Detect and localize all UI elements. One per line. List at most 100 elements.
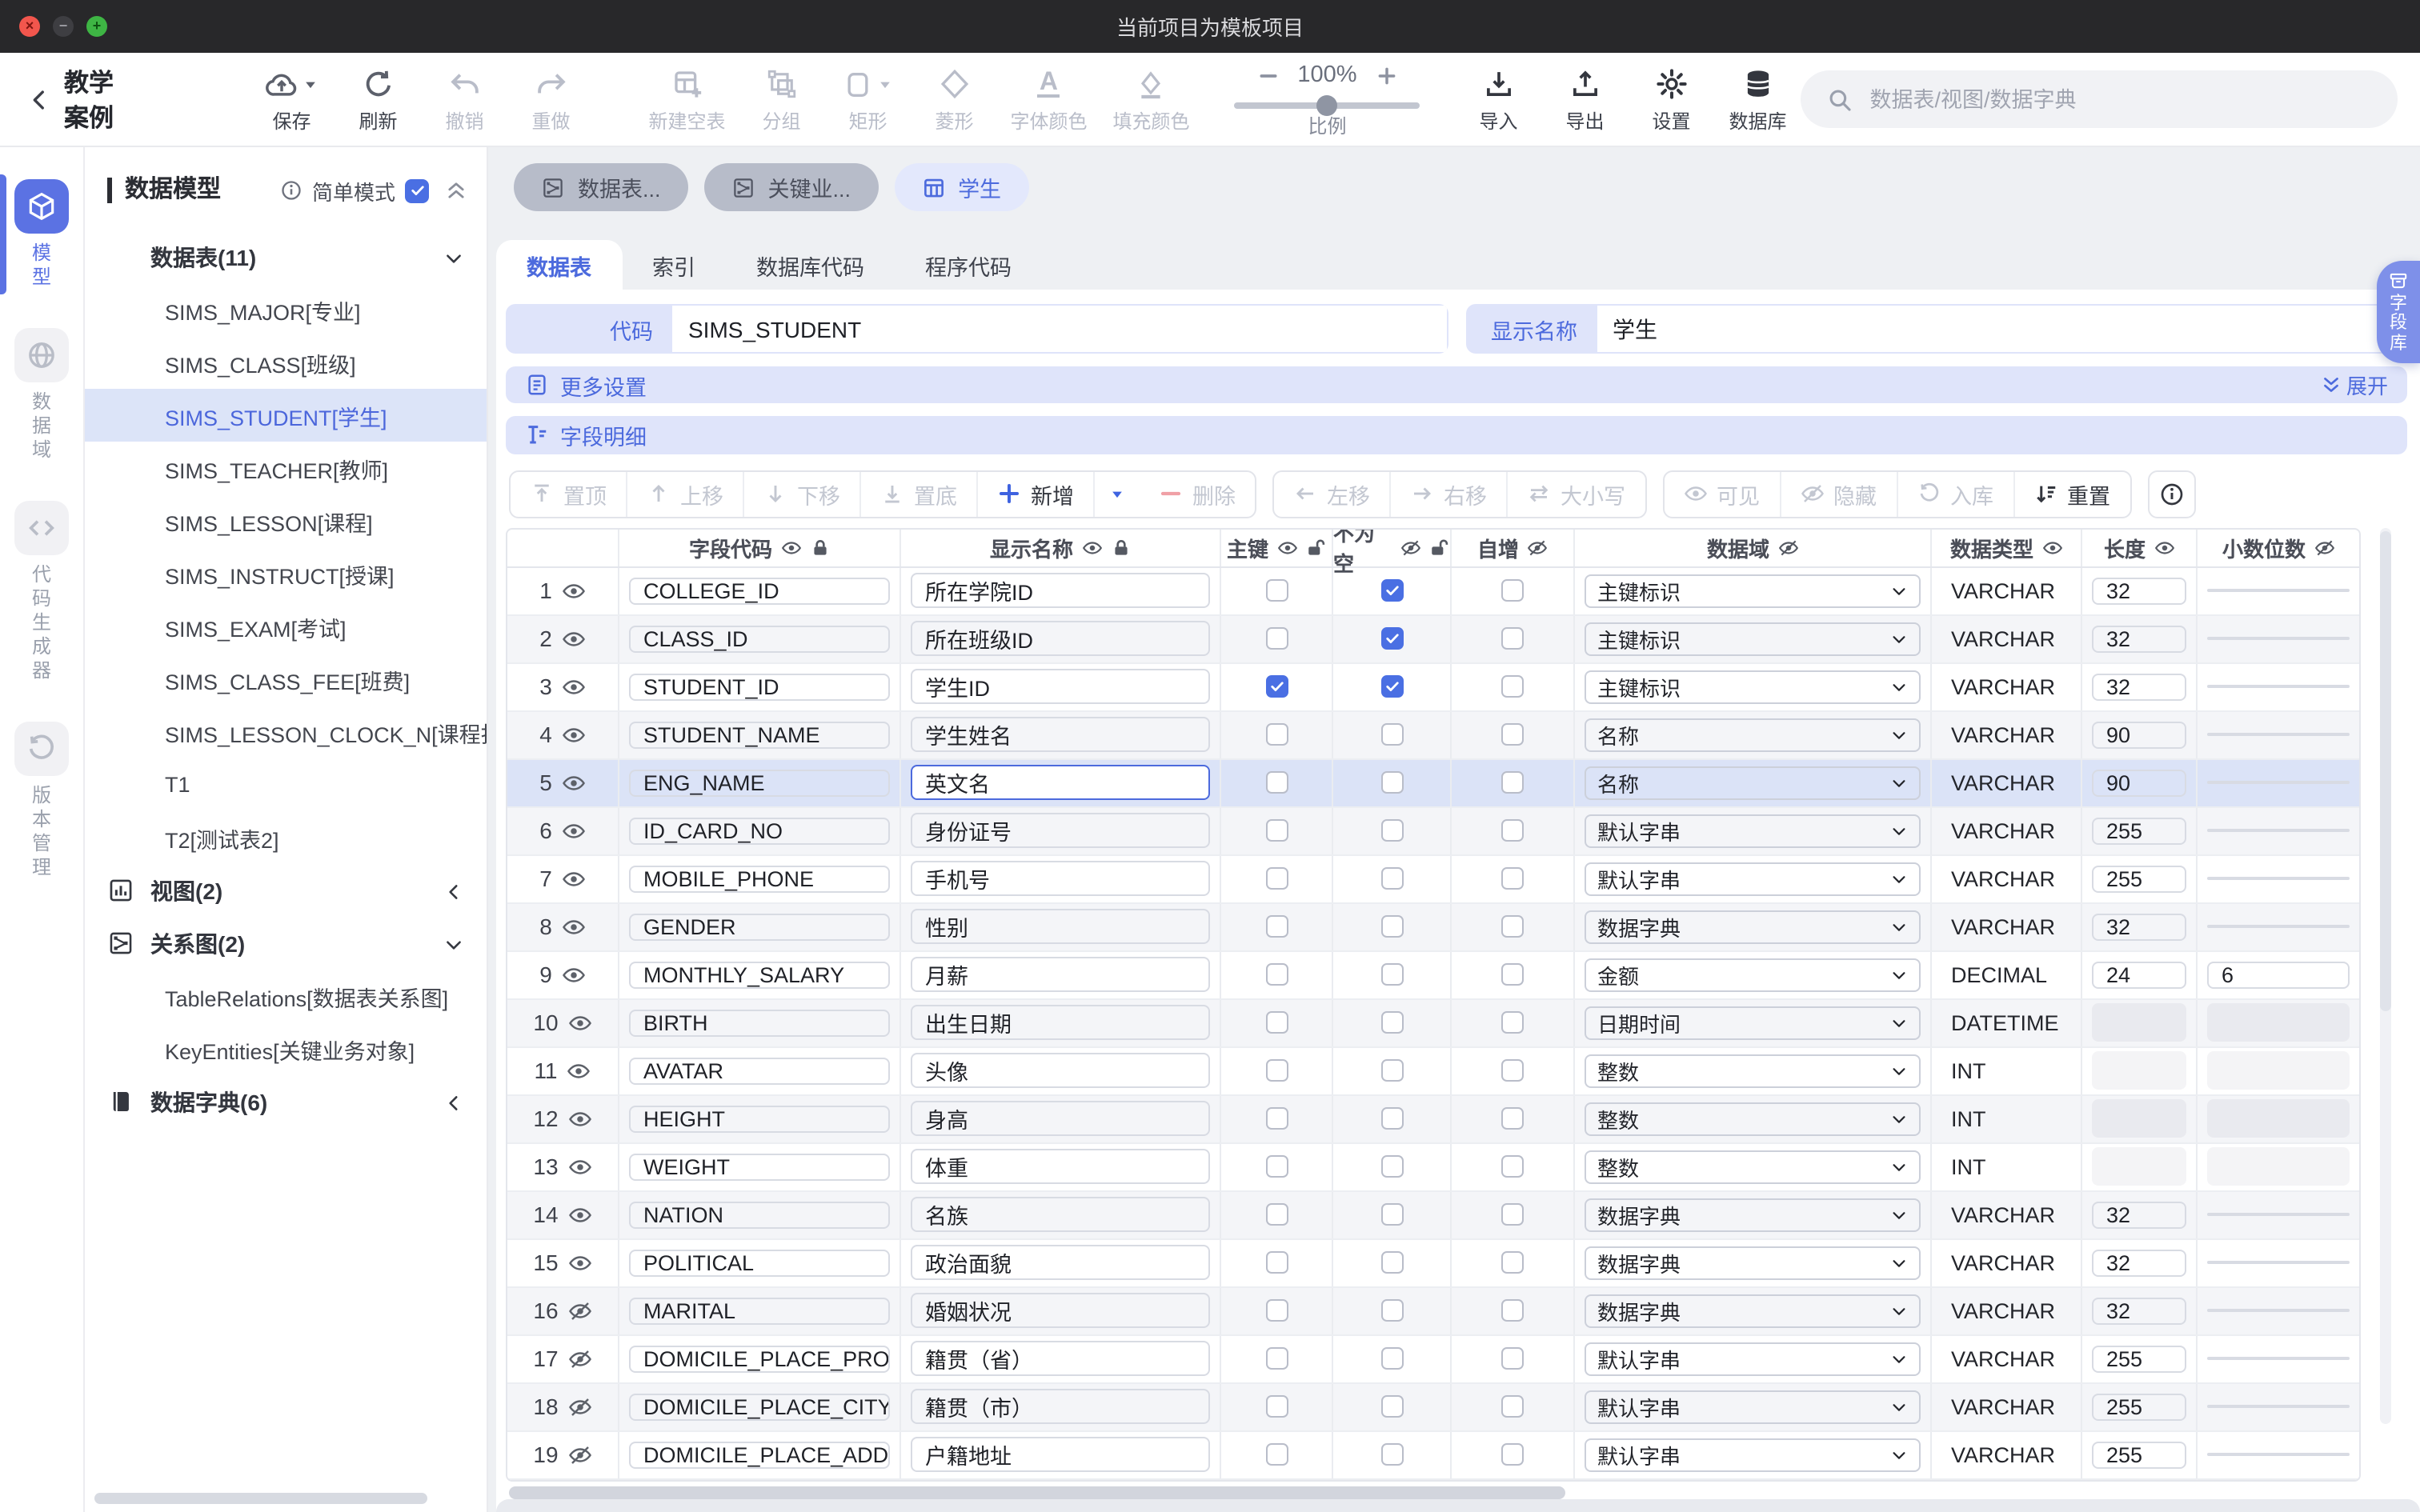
field-library-button[interactable]: 字段库 — [2377, 261, 2420, 363]
checkbox[interactable] — [1380, 1347, 1403, 1370]
length-input[interactable]: 32 — [2092, 625, 2186, 652]
tree-group[interactable]: 数据字典(6) — [85, 1075, 487, 1128]
length-input[interactable]: 32 — [2092, 913, 2186, 940]
field-code-input[interactable]: STUDENT_ID — [629, 673, 890, 700]
checkbox[interactable] — [1265, 819, 1288, 842]
eye-icon[interactable] — [568, 1250, 592, 1274]
lock-icon[interactable] — [1110, 537, 1131, 558]
tree-item[interactable]: KeyEntities[关键业务对象] — [85, 1022, 487, 1075]
display-name-input[interactable]: 英文名 — [911, 765, 1210, 800]
data-domain-select[interactable]: 默认字串 — [1585, 1390, 1921, 1423]
checkbox[interactable] — [1380, 579, 1403, 602]
import-button[interactable]: 导入 — [1455, 65, 1541, 134]
display-name-input[interactable]: 婚姻状况 — [911, 1293, 1210, 1328]
eye-icon[interactable] — [562, 914, 586, 938]
column-header[interactable]: 不为空 — [1332, 529, 1450, 566]
data-domain-select[interactable]: 数据字典 — [1585, 1198, 1921, 1231]
data-domain-select[interactable]: 默认字串 — [1585, 814, 1921, 847]
checkbox[interactable] — [1501, 1155, 1524, 1178]
eye-off-icon[interactable] — [568, 1346, 592, 1370]
checkbox[interactable] — [1380, 1059, 1403, 1082]
checkbox[interactable] — [1265, 1011, 1288, 1034]
data-domain-select[interactable]: 数据字典 — [1585, 1294, 1921, 1327]
decimals-input[interactable] — [2207, 925, 2350, 928]
eye-icon[interactable] — [568, 1106, 592, 1130]
checkbox[interactable] — [1380, 1251, 1403, 1274]
grid-button-arrow-up[interactable]: 上移 — [626, 471, 743, 516]
eye-off-icon[interactable] — [568, 1298, 592, 1322]
checkbox[interactable] — [1501, 1443, 1524, 1466]
checkbox[interactable] — [1265, 1299, 1288, 1322]
checkbox[interactable] — [1265, 1107, 1288, 1130]
field-code-input[interactable]: GENDER — [629, 913, 890, 940]
tree-group[interactable]: 数据表(11) — [85, 230, 487, 283]
field-row[interactable]: 17DOMICILE_PLACE_PROVINCE籍贯（省）默认字串VARCHA… — [507, 1335, 2359, 1383]
checkbox[interactable] — [1265, 1251, 1288, 1274]
checkbox[interactable] — [1380, 723, 1403, 746]
checkbox[interactable] — [1501, 819, 1524, 842]
zoom-window-button[interactable]: + — [86, 16, 107, 37]
checkbox[interactable] — [1265, 771, 1288, 794]
decimals-input[interactable] — [2207, 1357, 2350, 1360]
eye-icon[interactable] — [568, 1154, 592, 1178]
table-vertical-scrollbar[interactable] — [2380, 527, 2391, 1423]
eye-icon[interactable] — [562, 818, 586, 842]
checkbox[interactable] — [1380, 1395, 1403, 1418]
save-button[interactable]: 保存 — [248, 65, 335, 134]
data-domain-select[interactable]: 整数 — [1585, 1150, 1921, 1183]
display-name-input[interactable] — [1597, 316, 2406, 342]
display-name-input[interactable]: 手机号 — [911, 861, 1210, 896]
tree-item[interactable]: SIMS_CLASS_FEE[班费] — [85, 653, 487, 706]
subtab[interactable]: 数据表 — [496, 240, 622, 290]
eye-icon[interactable] — [562, 770, 586, 794]
length-input[interactable]: 32 — [2092, 1297, 2186, 1324]
display-name-input[interactable]: 学生姓名 — [911, 717, 1210, 752]
checkbox[interactable] — [1380, 1203, 1403, 1226]
checkbox[interactable] — [1380, 819, 1403, 842]
decimals-input[interactable] — [2207, 1405, 2350, 1408]
tree-horizontal-scrollbar[interactable] — [94, 1493, 427, 1504]
fill-color-button[interactable]: 填充颜色 — [1100, 65, 1202, 134]
field-code-input[interactable]: POLITICAL — [629, 1249, 890, 1276]
grid-button-eye[interactable]: 可见 — [1664, 471, 1779, 516]
code-input[interactable] — [672, 316, 1446, 342]
checkbox[interactable] — [1501, 867, 1524, 890]
checkbox[interactable] — [1501, 1395, 1524, 1418]
tree-item[interactable]: T2[测试表2] — [85, 811, 487, 864]
zoom-slider-thumb[interactable] — [1316, 95, 1337, 116]
font-color-button[interactable]: A 字体颜色 — [997, 65, 1100, 134]
tree-item[interactable]: SIMS_LESSON[课程] — [85, 494, 487, 547]
data-domain-select[interactable]: 日期时间 — [1585, 1006, 1921, 1039]
checkbox[interactable] — [1380, 771, 1403, 794]
decimals-input[interactable] — [2207, 1309, 2350, 1312]
column-header[interactable]: 自增 — [1450, 529, 1573, 566]
new-empty-table-button[interactable]: 新建空表 — [635, 65, 738, 134]
decimals-input[interactable] — [2207, 1213, 2350, 1216]
grid-button-minus[interactable]: 删除 — [1140, 471, 1255, 516]
checkbox[interactable] — [1501, 1107, 1524, 1130]
checkbox[interactable] — [1501, 723, 1524, 746]
eye-icon[interactable] — [2154, 537, 2174, 558]
checkbox[interactable] — [1265, 1059, 1288, 1082]
checkbox[interactable] — [1380, 915, 1403, 938]
field-code-input[interactable]: HEIGHT — [629, 1105, 890, 1132]
eye-icon[interactable] — [562, 866, 586, 890]
display-name-input[interactable]: 籍贯（市） — [911, 1389, 1210, 1424]
database-button[interactable]: 数据库 — [1714, 65, 1801, 134]
collapse-panel-icon[interactable] — [445, 179, 467, 202]
length-input[interactable]: 24 — [2092, 961, 2186, 988]
tree-item[interactable]: T1 — [85, 758, 487, 811]
grid-button-swap[interactable]: 大小写 — [1506, 471, 1645, 516]
export-button[interactable]: 导出 — [1541, 65, 1628, 134]
checkbox[interactable] — [1380, 867, 1403, 890]
tree-item[interactable]: SIMS_CLASS[班级] — [85, 336, 487, 389]
lock-open-icon[interactable] — [1429, 537, 1450, 558]
zoom-in-button[interactable] — [1376, 66, 1397, 86]
tree-item[interactable]: SIMS_TEACHER[教师] — [85, 442, 487, 494]
eye-off-icon[interactable] — [568, 1394, 592, 1418]
field-code-input[interactable]: MARITAL — [629, 1297, 890, 1324]
close-window-button[interactable]: × — [19, 16, 40, 37]
refresh-button[interactable]: 刷新 — [335, 65, 421, 134]
decimals-input[interactable]: 6 — [2207, 961, 2350, 988]
length-input[interactable]: 32 — [2092, 1249, 2186, 1276]
